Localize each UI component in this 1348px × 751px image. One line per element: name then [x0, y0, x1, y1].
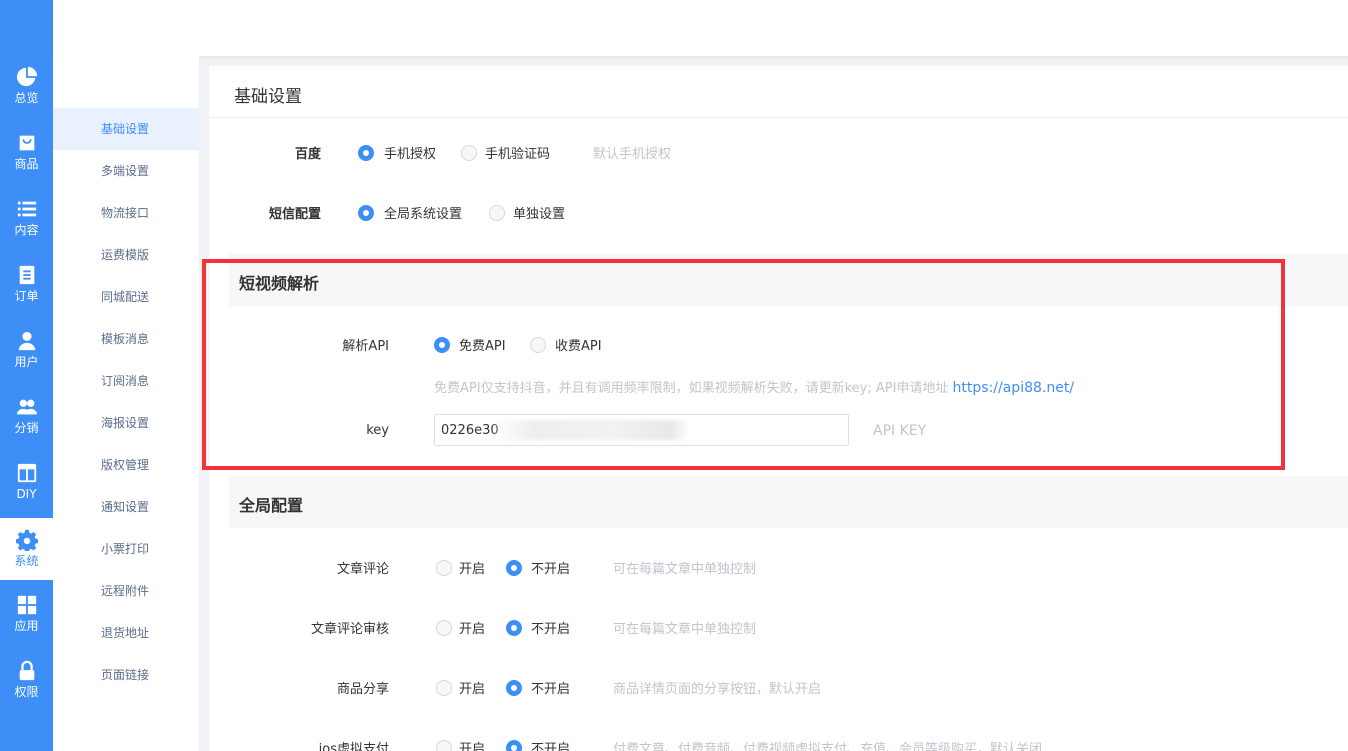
document-icon	[19, 265, 34, 285]
nav-overview[interactable]: 总览	[0, 66, 53, 128]
baidu-label: 百度	[294, 147, 321, 162]
product-share-label: 商品分享	[336, 682, 389, 697]
article-comments-radio-off[interactable]	[506, 560, 522, 576]
submenu-page-links[interactable]: 页面链接	[53, 654, 199, 696]
page-title: 基础设置	[234, 87, 302, 107]
nav-label: 应用	[14, 619, 39, 633]
sms-opt-global[interactable]: 全局系统设置	[384, 203, 462, 222]
app: 总览 商品 内容 订单 用户 分销 DIY 系统 应用 权限 基础设置 多端设置…	[0, 0, 1348, 751]
list-icon	[17, 201, 36, 217]
submenu-basic-settings[interactable]: 基础设置	[53, 108, 199, 150]
article-comments-hint: 可在每篇文章中单独控制	[613, 562, 757, 577]
nav-users[interactable]: 用户	[0, 330, 53, 392]
submenu-notifications[interactable]: 通知设置	[53, 486, 199, 528]
settings-submenu: 基础设置 多端设置 物流接口 运费模版 同城配送 模板消息 订阅消息 海报设置 …	[53, 56, 199, 751]
nav-label: 内容	[14, 223, 39, 237]
nav-label: 分销	[14, 421, 39, 435]
ios-pay-opt-off[interactable]: 不开启	[531, 738, 570, 751]
comment-review-radio-off[interactable]	[506, 620, 522, 636]
global-row-article-comments: 文章评论 开启 不开启 可在每篇文章中单独控制	[209, 555, 1348, 579]
comment-review-hint: 可在每篇文章中单独控制	[613, 622, 757, 637]
ios-pay-radio-off[interactable]	[506, 740, 522, 751]
nav-products[interactable]: 商品	[0, 132, 53, 194]
baidu-hint: 默认手机授权	[593, 147, 672, 162]
comment-review-label: 文章评论审核	[310, 622, 389, 637]
top-header	[53, 0, 1348, 56]
comment-review-opt-on[interactable]: 开启	[459, 618, 485, 637]
baidu-radio-sms-code[interactable]	[461, 145, 477, 161]
nav-orders[interactable]: 订单	[0, 264, 53, 326]
baidu-radio-phone-auth[interactable]	[358, 145, 374, 161]
main-nav: 总览 商品 内容 订单 用户 分销 DIY 系统 应用 权限	[0, 0, 53, 751]
article-comments-label: 文章评论	[336, 562, 389, 577]
nav-label: 系统	[14, 554, 39, 568]
lock-icon	[19, 660, 34, 681]
submenu-multi-platform[interactable]: 多端设置	[53, 150, 199, 192]
nav-diy[interactable]: DIY	[0, 462, 53, 524]
nav-system[interactable]: 系统	[0, 518, 53, 580]
shopping-bag-icon	[19, 135, 34, 151]
ios-pay-label: ios虚拟支付	[318, 742, 389, 751]
product-share-hint: 商品详情页面的分享按钮，默认开启	[613, 682, 822, 697]
submenu-copyright[interactable]: 版权管理	[53, 444, 199, 486]
nav-apps[interactable]: 应用	[0, 594, 53, 656]
highlight-box	[202, 259, 1285, 470]
ios-pay-opt-on[interactable]: 开启	[459, 738, 485, 751]
gear-icon	[15, 529, 38, 551]
nav-content[interactable]: 内容	[0, 198, 53, 260]
baidu-opt-phone-auth[interactable]: 手机授权	[384, 143, 436, 162]
global-section-header: 全局配置	[229, 476, 1348, 528]
submenu-return-address[interactable]: 退货地址	[53, 612, 199, 654]
global-row-ios-virtual-pay: ios虚拟支付 开启 不开启 付费文章、付费音频、付费视频虚拟支付、充值、会员等…	[209, 735, 1348, 751]
global-row-product-share: 商品分享 开启 不开启 商品详情页面的分享按钮，默认开启	[209, 675, 1348, 699]
submenu-logistics-api[interactable]: 物流接口	[53, 192, 199, 234]
users-icon	[16, 399, 37, 415]
divider	[209, 117, 1348, 118]
global-row-comment-review: 文章评论审核 开启 不开启 可在每篇文章中单独控制	[209, 615, 1348, 639]
comment-review-opt-off[interactable]: 不开启	[531, 618, 570, 637]
ios-pay-hint: 付费文章、付费音频、付费视频虚拟支付、充值、会员等级购买，默认关闭	[613, 742, 1043, 751]
layout-icon	[17, 463, 36, 483]
nav-permissions[interactable]: 权限	[0, 660, 53, 722]
global-section-title: 全局配置	[239, 496, 304, 515]
submenu-local-delivery[interactable]: 同城配送	[53, 276, 199, 318]
product-share-opt-on[interactable]: 开启	[459, 678, 485, 697]
article-comments-radio-on[interactable]	[436, 560, 452, 576]
sms-label: 短信配置	[268, 207, 321, 222]
comment-review-radio-on[interactable]	[436, 620, 452, 636]
sms-radio-global[interactable]	[358, 205, 374, 221]
nav-label: 总览	[14, 91, 39, 105]
article-comments-opt-off[interactable]: 不开启	[531, 558, 570, 577]
nav-label: DIY	[16, 487, 37, 501]
submenu-poster-settings[interactable]: 海报设置	[53, 402, 199, 444]
submenu-subscription-messages[interactable]: 订阅消息	[53, 360, 199, 402]
grid-icon	[17, 595, 36, 615]
product-share-radio-off[interactable]	[506, 680, 522, 696]
submenu-receipt-printing[interactable]: 小票打印	[53, 528, 199, 570]
product-share-opt-off[interactable]: 不开启	[531, 678, 570, 697]
article-comments-opt-on[interactable]: 开启	[459, 558, 485, 577]
submenu-shipping-template[interactable]: 运费模版	[53, 234, 199, 276]
sms-opt-separate[interactable]: 单独设置	[513, 203, 565, 222]
submenu-remote-attachments[interactable]: 远程附件	[53, 570, 199, 612]
baidu-opt-sms-code[interactable]: 手机验证码	[485, 143, 550, 162]
user-icon	[18, 331, 35, 351]
nav-label: 订单	[14, 289, 39, 303]
sms-radio-separate[interactable]	[489, 205, 505, 221]
baidu-row: 百度 手机授权 手机验证码 默认手机授权	[209, 140, 1348, 164]
nav-label: 用户	[14, 355, 39, 369]
nav-distribution[interactable]: 分销	[0, 396, 53, 458]
pie-chart-icon	[16, 66, 37, 87]
nav-label: 商品	[14, 157, 39, 171]
product-share-radio-on[interactable]	[436, 680, 452, 696]
submenu-template-messages[interactable]: 模板消息	[53, 318, 199, 360]
nav-label: 权限	[14, 685, 39, 699]
ios-pay-radio-on[interactable]	[436, 740, 452, 751]
sms-row: 短信配置 全局系统设置 单独设置	[209, 200, 1348, 224]
